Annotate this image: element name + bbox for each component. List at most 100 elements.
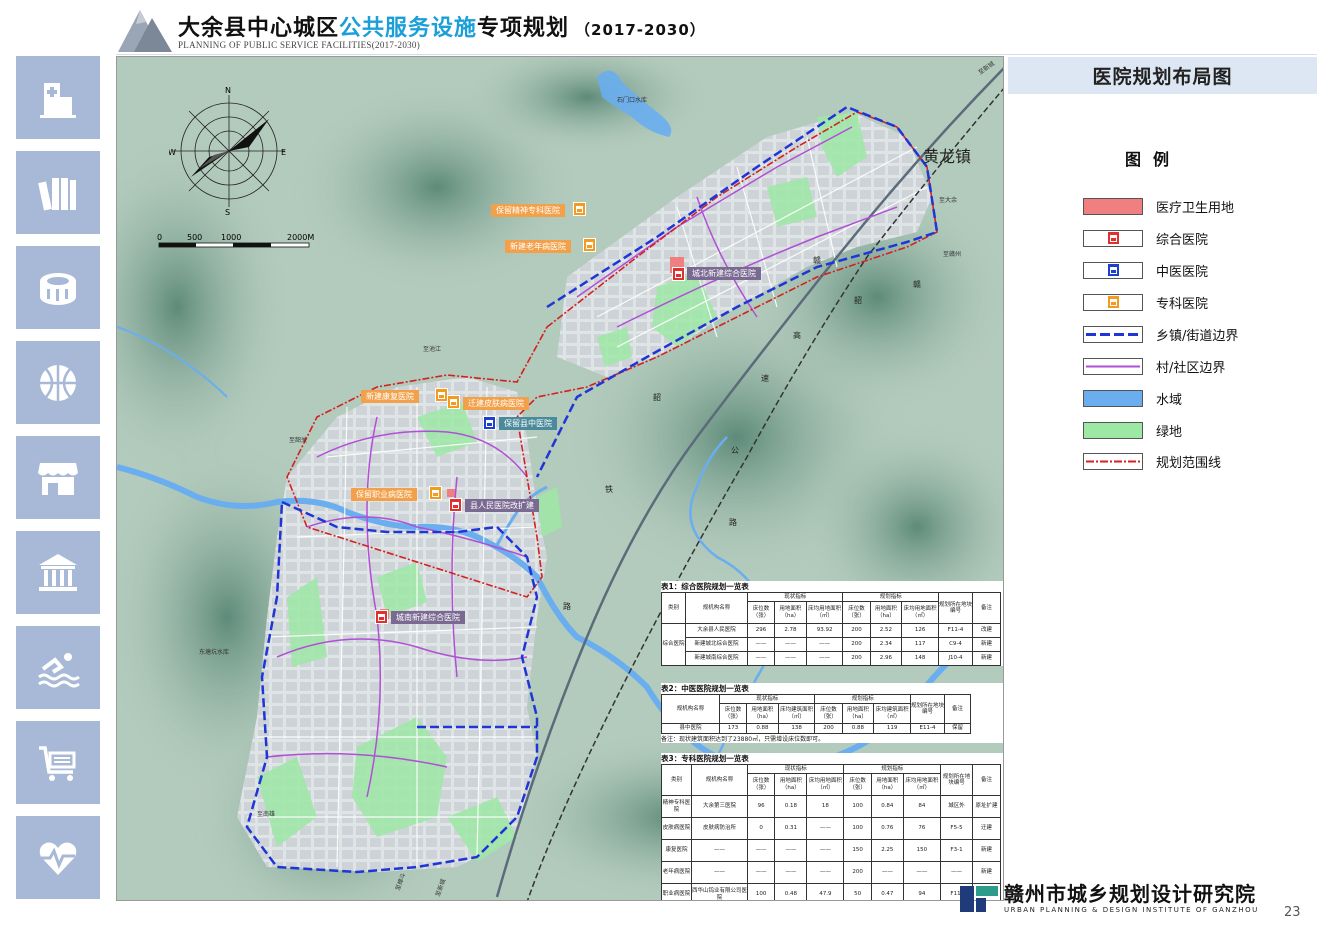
table3-cell: 47.9	[806, 883, 845, 900]
north-arrow-compass: N S E W	[169, 86, 286, 215]
road-label-2: 至大余	[939, 197, 958, 204]
table1-header: 备注	[972, 592, 1001, 624]
table2-cell: 0.88	[746, 723, 779, 734]
table1-header: 规机构名称	[685, 592, 748, 624]
hospital-layout-map[interactable]: N S E W 0 500 1000 2000M 黄龙镇 石门口水库 东塘坑水库…	[116, 56, 1004, 901]
table2-note: 备注：现状建筑面积达到了23880㎡，只需增设床位数即可。	[661, 736, 825, 743]
table3-cell: 150	[902, 839, 942, 862]
table1-cell: 新建城北综合医院	[685, 637, 748, 652]
facility-label-kangfu[interactable]: 新建康复医院	[361, 390, 419, 403]
table3-header: 用地面积（ha）	[774, 773, 808, 796]
legend-label: 医疗卫生用地	[1156, 200, 1235, 216]
facility-label-chengnan[interactable]: 城南新建综合医院	[391, 611, 465, 624]
table3-cell: 50	[843, 883, 872, 900]
table2-cell: 保留	[944, 723, 971, 734]
table1-header: 床位数（张）	[746, 601, 776, 624]
table1-cell: 新建	[972, 637, 1001, 652]
table3-cell: 0.76	[870, 817, 904, 840]
facility-label-jingshen[interactable]: 保留精神专科医院	[491, 204, 565, 217]
specialty-hospital-icon[interactable]	[447, 395, 460, 409]
legend-item-general-hospital: 综合医院	[1083, 228, 1208, 248]
table1-cell: C9-4	[938, 637, 973, 652]
legend-heading: 图例	[1125, 150, 1182, 169]
scale-tick-1000: 1000	[221, 233, 241, 242]
legend-label: 专科医院	[1156, 296, 1209, 312]
table1-cell: ——	[774, 651, 807, 666]
table2-header: 床均建筑面积（㎡）	[873, 703, 911, 724]
scale-bar: 0 500 1000 2000M	[157, 233, 314, 248]
table1-cell: J10-4	[938, 651, 973, 666]
table3-header: 规划所在地块编号	[940, 764, 973, 796]
table-general-hospitals: 表1：综合医院规划一览表 类别 规机构名称 现状指标 规划指标 规划所在地块编号…	[661, 581, 1003, 666]
general-hospital-icon[interactable]	[375, 610, 388, 624]
table2-title: 表2：中医医院规划一览表	[661, 684, 749, 693]
table3-header: 床位数（张）	[843, 773, 872, 796]
facility-label-chengbei[interactable]: 城北新建综合医院	[687, 267, 761, 280]
facility-label-pifu[interactable]: 迁建皮肤病医院	[463, 397, 529, 410]
facility-label-zhongyi[interactable]: 保留县中医院	[499, 417, 557, 430]
compass-w: W	[169, 148, 176, 157]
table2-header: 用地面积（ha）	[841, 703, 875, 724]
scale-tick-0: 0	[157, 233, 162, 242]
heart-pulse-icon	[39, 842, 77, 875]
table-specialty-hospitals: 表3：专科医院规划一览表 类别 规机构名称 现状指标 规划指标 规划所在地块编号…	[661, 753, 1003, 900]
table1-header: 用地面积（ha）	[774, 601, 807, 624]
table1-cell: 148	[901, 651, 939, 666]
page: 大余县中心城区公共服务设施专项规划 （2017-2030） PLANNING OF…	[0, 0, 1317, 929]
category-sidebar	[16, 56, 100, 911]
tcm-hospital-icon[interactable]	[483, 416, 496, 430]
table3-cell: 0.18	[774, 795, 808, 818]
table1-header: 现状指标	[746, 592, 844, 602]
specialty-hospital-icon[interactable]	[583, 238, 596, 252]
table3-cell: 职业病医院	[661, 883, 692, 900]
table3-cell: F3-1	[940, 839, 973, 862]
sidebar-item-hospital[interactable]	[16, 56, 100, 139]
table3-header: 规划指标	[843, 764, 941, 774]
table1-cell: ——	[746, 637, 776, 652]
institute-name: 赣州市城乡规划设计研究院	[1004, 882, 1256, 906]
road-label-6: 至南雄	[257, 811, 276, 818]
legend-item-specialty-hospital: 专科医院	[1083, 292, 1208, 312]
table3-header: 现状指标	[746, 764, 845, 774]
sidebar-item-swimming[interactable]	[16, 626, 100, 709]
tcm-hospital-icon	[1106, 263, 1120, 277]
table3-cell: ——	[940, 861, 973, 884]
scale-tick-2000: 2000M	[287, 233, 314, 242]
legend-item-planning-boundary: 规划范围线	[1083, 451, 1221, 471]
sidebar-item-commerce[interactable]	[16, 436, 100, 519]
table3-cell: 康复医院	[661, 839, 692, 862]
table1-header: 床均用地面积（㎡）	[901, 601, 939, 624]
specialty-hospital-icon[interactable]	[573, 202, 586, 216]
specialty-hospital-swatch	[1083, 293, 1143, 311]
table3: 类别 规机构名称 现状指标 规划指标 规划所在地块编号 备注 床位数（张） 用地…	[661, 764, 1001, 900]
table1-cell: 2.34	[869, 637, 903, 652]
specialty-hospital-icon[interactable]	[429, 486, 442, 500]
table1-cell: 2.78	[774, 623, 807, 638]
sidebar-item-market[interactable]	[16, 721, 100, 804]
table3-cell: ——	[774, 861, 808, 884]
facility-label-laonian[interactable]: 新建老年病医院	[505, 240, 571, 253]
facility-label-zhiye[interactable]: 保留职业病医院	[351, 488, 417, 501]
table3-cell: F5-5	[940, 817, 973, 840]
legend-item-water: 水域	[1083, 388, 1182, 408]
table3-cell: 100	[746, 883, 776, 900]
general-hospital-icon[interactable]	[672, 267, 685, 281]
table2-header: 床位数（张）	[814, 703, 843, 724]
table3-cell: 精神专科医院	[661, 795, 692, 818]
highway-char-2: 韶	[854, 296, 862, 305]
hospital-icon	[40, 82, 76, 118]
table1-cell: ——	[774, 637, 807, 652]
facility-label-renmin[interactable]: 县人民医院改扩建	[465, 499, 539, 512]
table1-cell: 296	[746, 623, 776, 638]
sidebar-item-health[interactable]	[16, 816, 100, 899]
sidebar-item-library[interactable]	[16, 151, 100, 234]
table3-cell: ——	[806, 817, 845, 840]
table3-cell: ——	[774, 839, 808, 862]
sidebar-item-stadium[interactable]	[16, 246, 100, 329]
general-hospital-icon[interactable]	[449, 498, 462, 512]
museum-icon	[39, 553, 77, 591]
sidebar-item-sports[interactable]	[16, 341, 100, 424]
table3-cell: 皮肤病医院	[661, 817, 692, 840]
table2-cell: 173	[718, 723, 748, 734]
sidebar-item-culture[interactable]	[16, 531, 100, 614]
